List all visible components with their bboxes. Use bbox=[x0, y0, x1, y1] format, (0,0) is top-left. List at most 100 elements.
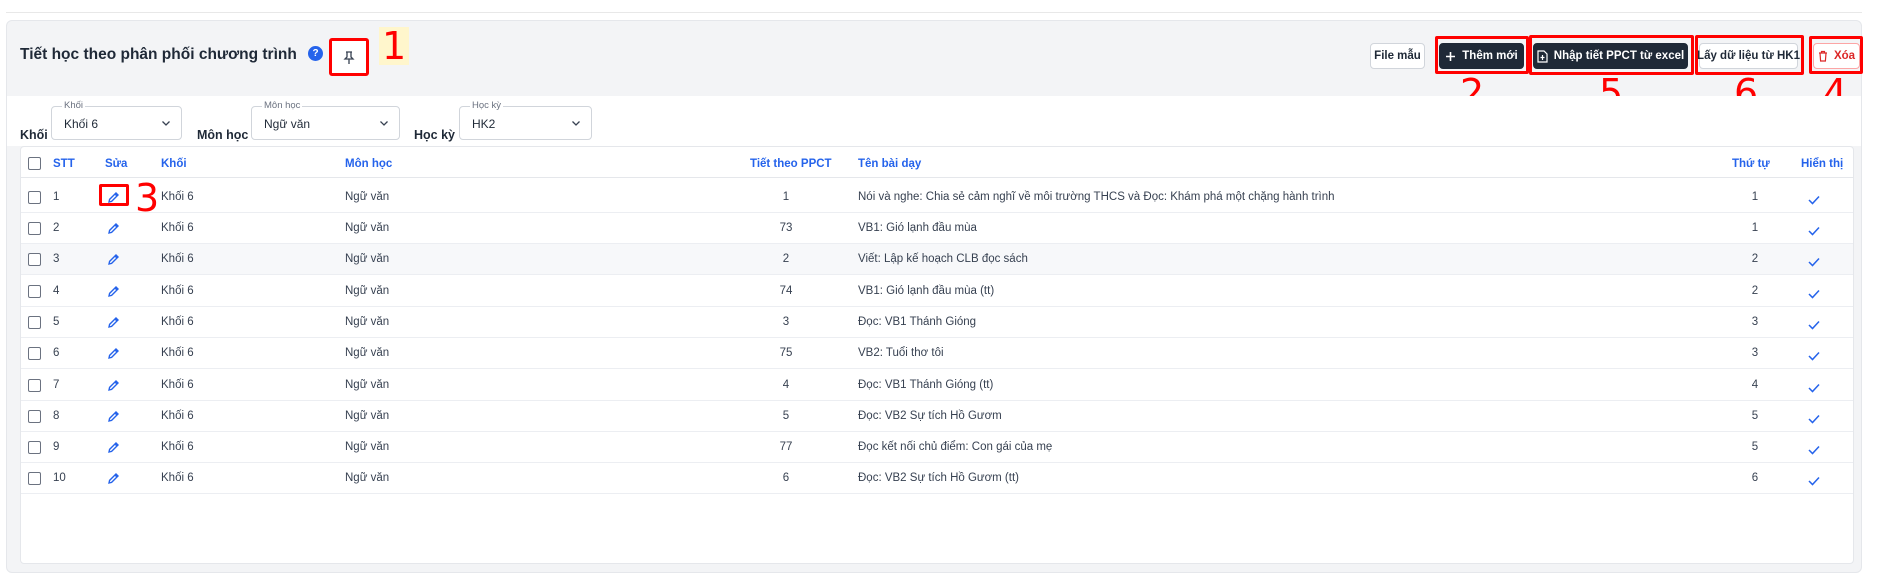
table-row[interactable]: 7 Khối 6 Ngữ văn 4 Đọc: VB1 Thánh Gióng (tt)… bbox=[21, 370, 1853, 401]
semester-filter-label: Học kỳ bbox=[414, 128, 455, 142]
cell-period: 5 bbox=[782, 410, 790, 422]
edit-button[interactable] bbox=[107, 222, 120, 240]
edit-button[interactable] bbox=[107, 441, 120, 459]
cell-grade: Khối 6 bbox=[161, 253, 194, 265]
visible-check[interactable] bbox=[1808, 473, 1820, 491]
pencil-icon bbox=[108, 286, 119, 297]
visible-check[interactable] bbox=[1808, 223, 1820, 241]
table-row[interactable]: 9 Khối 6 Ngữ văn 77 Đọc kết nối chủ điểm: Co… bbox=[21, 432, 1853, 463]
cell-subject: Ngữ văn bbox=[345, 285, 390, 297]
check-icon bbox=[1808, 195, 1820, 205]
row-checkbox[interactable] bbox=[28, 347, 41, 360]
row-checkbox[interactable] bbox=[28, 316, 41, 329]
cell-order: 4 bbox=[1751, 379, 1759, 391]
highlight-box-copy bbox=[1695, 35, 1804, 75]
visible-check[interactable] bbox=[1808, 442, 1820, 460]
cell-order: 6 bbox=[1751, 472, 1759, 484]
row-checkbox[interactable] bbox=[28, 441, 41, 454]
filter-bar: Khối Khối Khối 6 Môn học Môn học Ngữ văn… bbox=[7, 96, 1861, 146]
edit-button[interactable] bbox=[107, 472, 120, 490]
page-title: Tiết học theo phân phối chương trình bbox=[20, 46, 297, 63]
cell-period: 77 bbox=[779, 441, 793, 453]
subject-select-legend: Môn học bbox=[262, 100, 303, 111]
pin-button[interactable] bbox=[329, 38, 369, 76]
cell-lesson: Nói và nghe: Chia sẻ cảm nghĩ về môi trư… bbox=[858, 191, 1335, 203]
cell-stt: 8 bbox=[53, 410, 60, 422]
annotation-3: 3 bbox=[135, 176, 160, 220]
row-checkbox[interactable] bbox=[28, 191, 41, 204]
cell-stt: 9 bbox=[53, 441, 60, 453]
visible-check[interactable] bbox=[1808, 348, 1820, 366]
cell-order: 3 bbox=[1751, 316, 1759, 328]
column-header-stt: STT bbox=[53, 158, 75, 170]
visible-check[interactable] bbox=[1808, 317, 1820, 335]
edit-button[interactable] bbox=[107, 285, 120, 303]
cell-grade: Khối 6 bbox=[161, 379, 194, 391]
cell-order: 2 bbox=[1751, 253, 1759, 265]
cell-period: 2 bbox=[782, 253, 790, 265]
visible-check[interactable] bbox=[1808, 254, 1820, 272]
table-row[interactable]: 1 Khối 6 Ngữ văn 1 Nói và nghe: Chia sẻ cảm … bbox=[21, 178, 1853, 213]
semester-select[interactable]: Học kỳ HK2 bbox=[459, 100, 592, 140]
table-row[interactable]: 5 Khối 6 Ngữ văn 3 Đọc: VB1 Thánh Gióng 3 bbox=[21, 307, 1853, 338]
row-checkbox[interactable] bbox=[28, 222, 41, 235]
cell-stt: 2 bbox=[53, 222, 60, 234]
edit-button[interactable] bbox=[107, 410, 120, 428]
select-all-checkbox[interactable] bbox=[28, 157, 41, 170]
cell-grade: Khối 6 bbox=[161, 472, 194, 484]
row-checkbox[interactable] bbox=[28, 253, 41, 266]
highlight-box-import bbox=[1529, 35, 1694, 75]
card-header: Tiết học theo phân phối chương trình ? 1… bbox=[7, 21, 1863, 112]
edit-button[interactable] bbox=[107, 316, 120, 334]
row-checkbox[interactable] bbox=[28, 379, 41, 392]
edit-button[interactable] bbox=[107, 253, 120, 271]
cell-stt: 3 bbox=[53, 253, 60, 265]
cell-subject: Ngữ văn bbox=[345, 410, 390, 422]
table-row[interactable]: 4 Khối 6 Ngữ văn 74 VB1: Gió lạnh đầu mùa (t… bbox=[21, 276, 1853, 307]
cell-stt: 4 bbox=[53, 285, 60, 297]
check-icon bbox=[1808, 476, 1820, 486]
help-icon[interactable]: ? bbox=[308, 46, 323, 61]
cell-stt: 6 bbox=[53, 347, 60, 359]
highlight-box-add bbox=[1435, 36, 1529, 74]
column-header-subject: Môn học bbox=[345, 158, 393, 170]
row-checkbox[interactable] bbox=[28, 410, 41, 423]
check-icon bbox=[1808, 414, 1820, 424]
cell-subject: Ngữ văn bbox=[345, 472, 390, 484]
table-row[interactable]: 8 Khối 6 Ngữ văn 5 Đọc: VB2 Sự tích Hồ Gươm 5 bbox=[21, 401, 1853, 432]
check-icon bbox=[1808, 383, 1820, 393]
cell-period: 1 bbox=[782, 191, 790, 203]
table-row[interactable]: 6 Khối 6 Ngữ văn 75 VB2: Tuổi thơ tôi 3 bbox=[21, 338, 1853, 369]
visible-check[interactable] bbox=[1808, 192, 1820, 210]
cell-subject: Ngữ văn bbox=[345, 253, 390, 265]
grade-filter-label: Khối bbox=[20, 128, 48, 142]
cell-period: 73 bbox=[779, 222, 793, 234]
visible-check[interactable] bbox=[1808, 286, 1820, 304]
annotation-1: 1 bbox=[379, 27, 410, 65]
visible-check[interactable] bbox=[1808, 411, 1820, 429]
column-header-period: Tiết theo PPCT bbox=[750, 158, 832, 170]
table-row[interactable]: 10 Khối 6 Ngữ văn 6 Đọc: VB2 Sự tích Hồ Gươm… bbox=[21, 463, 1853, 494]
semester-select-legend: Học kỳ bbox=[470, 100, 504, 111]
edit-button[interactable] bbox=[107, 347, 120, 365]
edit-button[interactable] bbox=[107, 379, 120, 397]
subject-select[interactable]: Môn học Ngữ văn bbox=[251, 100, 400, 140]
template-file-button[interactable]: File mẫu bbox=[1370, 43, 1425, 69]
pencil-icon bbox=[108, 473, 119, 484]
table-row[interactable]: 2 Khối 6 Ngữ văn 73 VB1: Gió lạnh đầu mùa 1 bbox=[21, 213, 1853, 244]
top-divider bbox=[6, 12, 1862, 13]
pin-icon bbox=[343, 51, 355, 64]
row-checkbox[interactable] bbox=[28, 285, 41, 298]
column-header-edit: Sửa bbox=[105, 158, 128, 170]
row-checkbox[interactable] bbox=[28, 472, 41, 485]
cell-lesson: VB2: Tuổi thơ tôi bbox=[858, 347, 944, 359]
cell-stt: 5 bbox=[53, 316, 60, 328]
grade-select[interactable]: Khối Khối 6 bbox=[51, 100, 182, 140]
cell-lesson: VB1: Gió lạnh đầu mùa (tt) bbox=[858, 285, 995, 297]
cell-period: 6 bbox=[782, 472, 790, 484]
table-row[interactable]: 3 Khối 6 Ngữ văn 2 Viết: Lập kế hoạch CLB đọ… bbox=[21, 244, 1853, 275]
visible-check[interactable] bbox=[1808, 380, 1820, 398]
pencil-icon bbox=[108, 442, 119, 453]
cell-lesson: Viết: Lập kế hoạch CLB đọc sách bbox=[858, 253, 1028, 265]
grade-select-legend: Khối bbox=[62, 100, 86, 111]
